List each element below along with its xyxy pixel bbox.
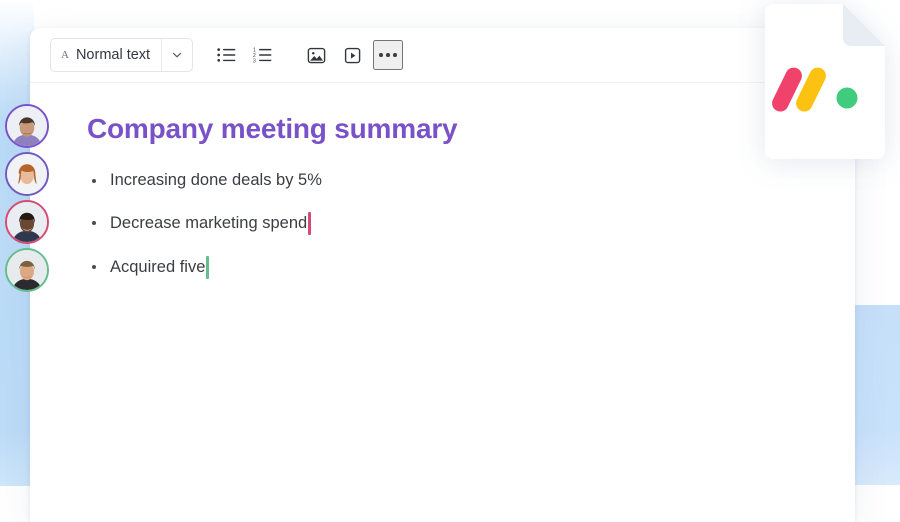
- list-item-text: Increasing done deals by 5%: [110, 170, 322, 189]
- list-item[interactable]: Increasing done deals by 5%: [87, 170, 855, 191]
- video-icon: [343, 46, 362, 65]
- collaborator-avatar-2[interactable]: [5, 152, 49, 196]
- collaborator-avatar-4[interactable]: [5, 248, 49, 292]
- bulleted-list-icon: [216, 47, 236, 63]
- editor-toolbar: A Normal text 1 2 3: [30, 28, 855, 83]
- insert-video-button[interactable]: [337, 40, 367, 70]
- numbered-list-button[interactable]: 1 2 3: [247, 40, 277, 70]
- collaborator-avatar-rail: [5, 104, 51, 292]
- ellipsis-icon: [379, 53, 397, 57]
- chevron-down-icon[interactable]: [161, 39, 192, 71]
- list-item-text: Acquired five: [110, 257, 206, 276]
- list-item[interactable]: Acquired five: [87, 256, 855, 280]
- bullet-list: Increasing done deals by 5% Decrease mar…: [87, 170, 855, 280]
- background-band-right: [853, 305, 900, 485]
- document-body[interactable]: Company meeting summary Increasing done …: [30, 82, 855, 280]
- text-style-selector[interactable]: A Normal text: [50, 38, 194, 72]
- numbered-list-icon: 1 2 3: [253, 47, 272, 63]
- collaborator-avatar-3[interactable]: [5, 200, 49, 244]
- monday-document-logo: [765, 4, 885, 159]
- image-icon: [307, 46, 326, 65]
- insert-image-button[interactable]: [301, 40, 331, 70]
- toolbar-divider: [30, 82, 855, 83]
- list-item-text: Decrease marketing spend: [110, 213, 308, 232]
- text-style-label: Normal text: [75, 47, 151, 63]
- svg-text:3: 3: [253, 59, 256, 63]
- text-style-selector-value[interactable]: A Normal text: [51, 39, 161, 71]
- toolbar-left-group: A Normal text 1 2 3: [50, 38, 404, 72]
- bulleted-list-button[interactable]: [211, 40, 241, 70]
- collaborator-caret: [308, 212, 311, 236]
- collaborator-caret: [206, 256, 209, 280]
- collaborator-avatar-1[interactable]: [5, 104, 49, 148]
- page-title: Company meeting summary: [87, 113, 458, 144]
- list-item[interactable]: Decrease marketing spend: [87, 212, 855, 236]
- document-card: A Normal text 1 2 3 Company meeting summ…: [30, 28, 855, 522]
- more-options-button[interactable]: [373, 40, 404, 70]
- text-style-a-icon: A: [61, 48, 69, 61]
